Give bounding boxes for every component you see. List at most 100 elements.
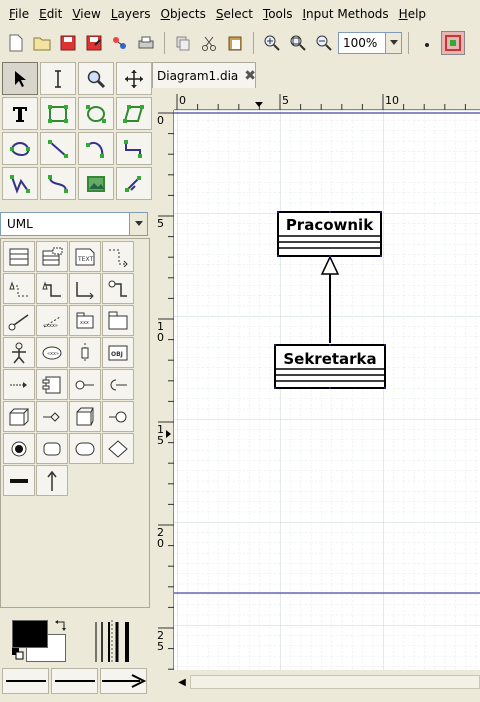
- snap-to-grid-icon[interactable]: [415, 31, 439, 55]
- uml-interface-icon[interactable]: [102, 401, 134, 432]
- zoom-fit-icon[interactable]: [286, 31, 310, 55]
- menu-select[interactable]: Select: [211, 0, 258, 28]
- sheet-selector-value: UML: [7, 217, 33, 231]
- open-folder-icon[interactable]: [30, 31, 54, 55]
- zoom-input[interactable]: 100%: [338, 32, 386, 54]
- ellipse-tool-icon[interactable]: [78, 97, 114, 130]
- uml-class-icon[interactable]: [3, 241, 35, 272]
- line-style-button[interactable]: [51, 668, 98, 694]
- chevron-down-icon[interactable]: [386, 32, 402, 54]
- text-tool-icon[interactable]: [2, 97, 38, 130]
- text-edit-tool-icon[interactable]: [40, 62, 76, 95]
- export-icon[interactable]: [108, 31, 132, 55]
- menu-input-methods[interactable]: Input Methods: [298, 0, 394, 28]
- uml-usecase-icon[interactable]: «xx»: [36, 337, 68, 368]
- uml-required-interface-icon[interactable]: [102, 369, 134, 400]
- uml-large-package-icon[interactable]: [102, 305, 134, 336]
- default-colors-icon[interactable]: [12, 648, 24, 663]
- save-as-icon[interactable]: [82, 31, 106, 55]
- save-icon[interactable]: [56, 31, 80, 55]
- uml-note-icon[interactable]: TEXT: [69, 241, 101, 272]
- ruler-pointer: [166, 430, 171, 438]
- class-name: Pracownik: [286, 216, 374, 234]
- uml-association-icon[interactable]: [69, 273, 101, 304]
- uml-class-pracownik[interactable]: Pracownik: [277, 211, 382, 257]
- menu-objects[interactable]: Objects: [156, 0, 211, 28]
- mainpoint-magnetism-icon[interactable]: [441, 31, 465, 55]
- line-width-selector[interactable]: [92, 620, 136, 664]
- toolbar-separator: [408, 32, 409, 54]
- uml-template-class-icon[interactable]: [36, 241, 68, 272]
- tab-diagram[interactable]: Diagram1.dia ✖: [152, 62, 256, 88]
- menu-view[interactable]: View: [67, 0, 105, 28]
- bezier-line-tool-icon[interactable]: [40, 167, 76, 200]
- copy-icon[interactable]: [171, 31, 195, 55]
- uml-implements-icon[interactable]: [102, 273, 134, 304]
- uml-fork-icon[interactable]: [3, 465, 35, 496]
- magnify-tool-icon[interactable]: [78, 62, 114, 95]
- uml-shapes-panel: TEXT «xxx» xxx «xx» OBJ: [0, 238, 150, 608]
- uml-state-icon[interactable]: [36, 433, 68, 464]
- uml-constraint-icon[interactable]: [3, 305, 35, 336]
- horizontal-scrollbar[interactable]: ◀: [174, 672, 480, 692]
- paste-icon[interactable]: [223, 31, 247, 55]
- end-arrow-button[interactable]: [100, 668, 147, 694]
- uml-component-icon[interactable]: [36, 369, 68, 400]
- zoom-out-icon[interactable]: [312, 31, 336, 55]
- modify-tool-icon[interactable]: [2, 62, 38, 95]
- uml-branch-icon[interactable]: [36, 401, 68, 432]
- polyline-tool-icon[interactable]: [2, 167, 38, 200]
- ruler-label: 0: [157, 114, 164, 127]
- menu-bar: File Edit View Layers Objects Select Tools Inpu…: [0, 0, 480, 28]
- sheet-selector[interactable]: UML: [0, 212, 148, 236]
- uml-object-icon[interactable]: OBJ: [102, 337, 134, 368]
- toolbar-separator: [253, 32, 254, 54]
- uml-activity-icon[interactable]: [69, 433, 101, 464]
- new-file-icon[interactable]: [4, 31, 28, 55]
- box-tool-icon[interactable]: [40, 97, 76, 130]
- ruler-label: 15: [157, 423, 164, 447]
- uml-box-node-icon[interactable]: [69, 401, 101, 432]
- uml-decision-icon[interactable]: [102, 433, 134, 464]
- scrollbar-track[interactable]: [190, 675, 480, 689]
- close-icon[interactable]: ✖: [244, 68, 256, 84]
- image-tool-icon[interactable]: [78, 167, 114, 200]
- foreground-color-swatch[interactable]: [12, 620, 48, 648]
- uml-component-feature-icon[interactable]: [69, 369, 101, 400]
- uml-small-package-icon[interactable]: xxx: [69, 305, 101, 336]
- scroll-tool-icon[interactable]: [116, 62, 152, 95]
- uml-message-icon[interactable]: [3, 369, 35, 400]
- menu-edit[interactable]: Edit: [34, 0, 67, 28]
- uml-class-sekretarka[interactable]: Sekretarka: [274, 344, 386, 389]
- start-arrow-button[interactable]: [2, 668, 49, 694]
- uml-dependency-icon[interactable]: [102, 241, 134, 272]
- polygon-tool-icon[interactable]: [116, 97, 152, 130]
- chevron-down-icon[interactable]: [129, 213, 147, 235]
- uml-final-state-icon[interactable]: [3, 433, 35, 464]
- uml-actor-icon[interactable]: [3, 337, 35, 368]
- menu-tools[interactable]: Tools: [258, 0, 298, 28]
- menu-help[interactable]: Help: [394, 0, 431, 28]
- menu-layers[interactable]: Layers: [106, 0, 156, 28]
- uml-stereotype-icon[interactable]: «xxx»: [36, 305, 68, 336]
- scroll-left-icon[interactable]: ◀: [174, 673, 190, 691]
- uml-realizes-icon[interactable]: [3, 273, 35, 304]
- line-tool-icon[interactable]: [40, 132, 76, 165]
- arc-tool-icon[interactable]: [78, 132, 114, 165]
- diagram-canvas[interactable]: Pracownik Sekretarka: [174, 110, 480, 670]
- swap-colors-icon[interactable]: [54, 618, 68, 635]
- menu-file[interactable]: File: [4, 0, 34, 28]
- print-icon[interactable]: [134, 31, 158, 55]
- beziergon-tool-icon[interactable]: [2, 132, 38, 165]
- zoom-combo[interactable]: 100%: [338, 32, 402, 54]
- uml-node-icon[interactable]: [3, 401, 35, 432]
- uml-generalization-icon[interactable]: [36, 273, 68, 304]
- cut-icon[interactable]: [197, 31, 221, 55]
- color-selector[interactable]: [6, 616, 74, 666]
- zoom-in-icon[interactable]: [260, 31, 284, 55]
- outline-tool-icon[interactable]: [116, 167, 152, 200]
- zigzag-line-tool-icon[interactable]: [116, 132, 152, 165]
- uml-transition-icon[interactable]: [36, 465, 68, 496]
- ruler-label: 10: [157, 320, 164, 344]
- uml-lifeline-icon[interactable]: [69, 337, 101, 368]
